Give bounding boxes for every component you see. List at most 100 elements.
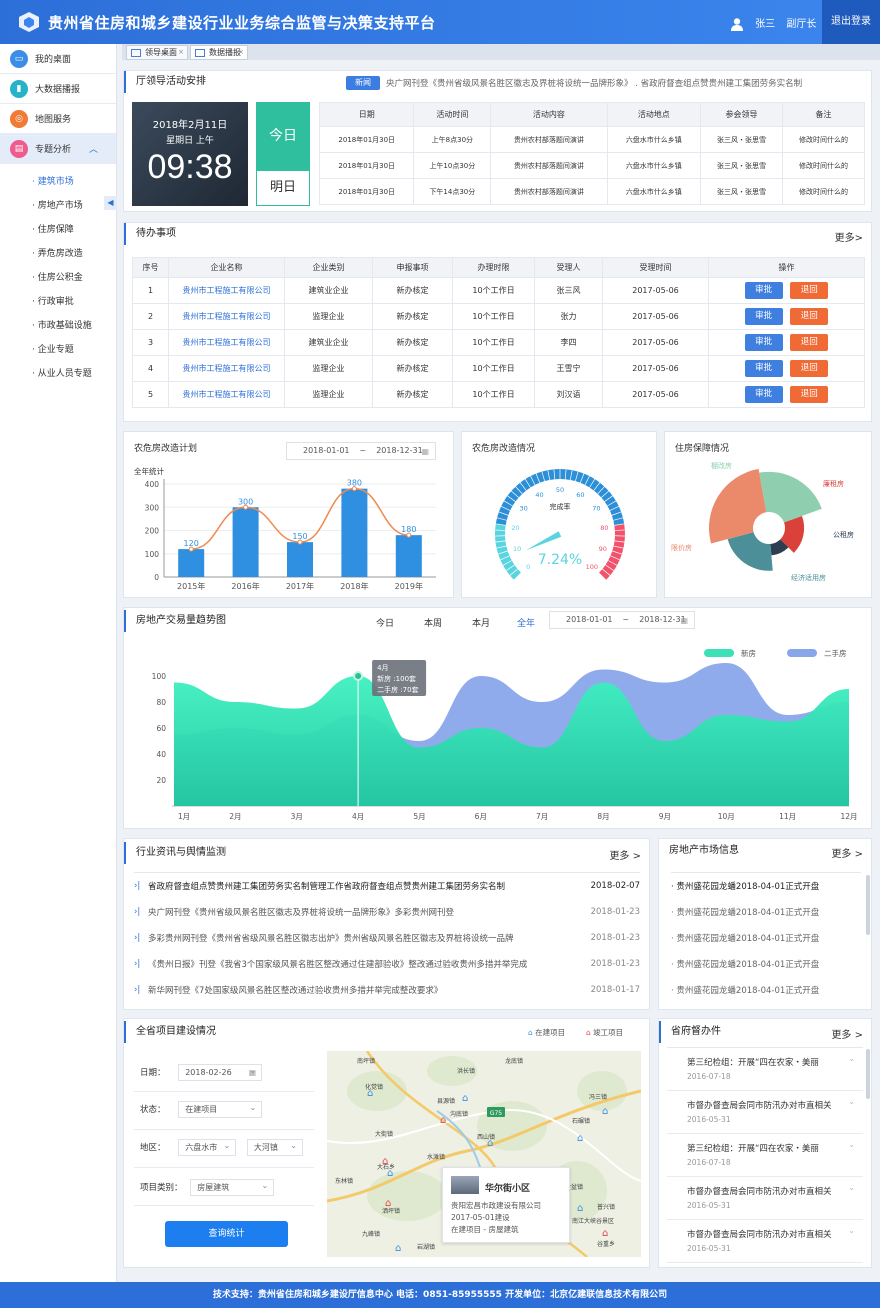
reject-button[interactable]: 退回 <box>790 386 829 403</box>
table-row[interactable]: 2 贵州市工程施工有限公司 监理企业 新办核定 10个工作日 张力 2017-05-06 审批… <box>132 303 865 330</box>
market-item[interactable]: · 贵州盛花园龙蟠2018-04-01正式开盘 <box>671 977 861 1003</box>
user-info[interactable]: 张三 副厅长 <box>730 15 816 31</box>
reject-button[interactable]: 退回 <box>790 282 829 299</box>
supervision-item[interactable]: 第三纪检组：开展“四在农家・美丽 2016-07-18 ⌄ <box>667 1134 863 1177</box>
sidebar-collapse-icon[interactable]: ◀ <box>104 196 117 210</box>
panel-title: 房地产交易量趋势图 <box>124 610 226 632</box>
query-button[interactable]: 查询统计 <box>165 1221 288 1247</box>
scrollbar[interactable] <box>866 875 870 935</box>
sidebar-item-topic[interactable]: ▤ 专题分析 ︿ <box>0 134 116 164</box>
tab-data-broadcast[interactable]: 数据播报 × <box>190 45 248 60</box>
table-row[interactable]: 3 贵州市工程施工有限公司 建筑业企业 新办核定 10个工作日 李四 2017-05-06 审… <box>132 329 865 356</box>
region-city-select[interactable]: 六盘水市 <box>178 1138 237 1156</box>
reject-button[interactable]: 退回 <box>790 308 829 325</box>
date-range-picker[interactable]: 2018-01-01 ~2018-12-31 ▦ <box>549 611 695 629</box>
supervision-item[interactable]: 市督办督查局会同市防汛办对市直相关 2016-05-31 ⌄ <box>667 1220 863 1263</box>
tomorrow-button[interactable]: 明日 <box>256 170 310 206</box>
table-row[interactable]: 4 贵州市工程施工有限公司 监理企业 新办核定 10个工作日 王雪宁 2017-05-06 审… <box>132 355 865 382</box>
type-select[interactable]: 房屋建筑 <box>190 1178 275 1196</box>
house-icon: ⌂ <box>577 1133 583 1144</box>
sidebar-sub-building[interactable]: · 建筑市场 <box>0 170 116 194</box>
table-cell: 修改时间什么的 <box>781 152 866 179</box>
scrollbar[interactable] <box>866 1049 870 1099</box>
sidebar-sub-enterprise[interactable]: · 企业专题 <box>0 338 116 362</box>
news-item[interactable]: ›| 央广网刊登《贵州省级风景名胜区徽志及界桩将设统一品牌形象》多彩贵州网刊登 20… <box>134 899 640 925</box>
popup-date: 2017-05-01建设 <box>451 1213 510 1222</box>
pie-chart-panel: 住房保障情况 棚改房 廉租房 公租房 经济适用房 限价房 <box>664 431 872 598</box>
table-cell: 5 <box>132 381 169 408</box>
supervision-item[interactable]: 市督办督查局会同市防汛办对市直相关 2016-05-31 ⌄ <box>667 1177 863 1220</box>
market-item[interactable]: · 贵州盛花园龙蟠2018-04-01正式开盘 <box>671 951 861 977</box>
table-header: 企业类别 <box>284 257 373 278</box>
window-icon <box>195 49 205 57</box>
news-item[interactable]: ›| 省政府督查组点赞贵州建工集团劳务实名制管理工作省政府督查组点赞贵州建工集团劳… <box>134 873 640 899</box>
sidebar-sub-municipal[interactable]: · 市政基础设施 <box>0 314 116 338</box>
gauge-tick-label: 0 <box>526 563 530 571</box>
sidebar-item-map[interactable]: ◎ 地图服务 <box>0 104 116 134</box>
date-field[interactable]: 2018-02-26 ▦ <box>178 1063 263 1081</box>
table-cell[interactable]: 贵州市工程施工有限公司 <box>168 329 285 356</box>
market-item[interactable]: · 贵州盛花园龙蟠2018-04-01正式开盘 <box>671 873 861 899</box>
more-link[interactable]: 更多> <box>835 229 863 244</box>
approve-button[interactable]: 审批 <box>744 334 783 351</box>
sidebar-sub-housing[interactable]: · 住房保障 <box>0 218 116 242</box>
approve-button[interactable]: 审批 <box>744 282 783 299</box>
today-button[interactable]: 今日 <box>256 102 310 170</box>
filter-month[interactable]: 本月 <box>472 616 490 629</box>
sidebar-sub-realestate[interactable]: · 房地产市场 <box>0 194 116 218</box>
news-ticker[interactable]: 央广网刊登《贵州省级风景名胜区徽志及界桩将设统一品牌形象》 . 省政府督查组点赞… <box>386 77 866 89</box>
sidebar-item-bigdata[interactable]: ▮ 大数据播报 <box>0 74 116 104</box>
table-row[interactable]: 5 贵州市工程施工有限公司 监理企业 新办核定 10个工作日 刘汉语 2017-05-06 审… <box>132 381 865 408</box>
more-link[interactable]: 更多 > <box>831 1026 863 1041</box>
gauge-chart: 0 10 20 30 40 50 60 70 80 90 100 完成率 7.24% <box>495 469 625 581</box>
table-cell[interactable]: 贵州市工程施工有限公司 <box>168 381 285 408</box>
map-place-label: 大街镇 <box>375 1130 393 1138</box>
sidebar-item-desktop[interactable]: ▭ 我的桌面 <box>0 44 116 74</box>
news-badge[interactable]: 新闻 <box>346 76 380 90</box>
sidebar-sub-approval[interactable]: · 行政审批 <box>0 290 116 314</box>
table-row[interactable]: 2018年01月30日 下午14点30分 贵州农村部落题间演讲 六盘水市什么乡镇 张三风… <box>318 178 866 205</box>
supervision-item[interactable]: 第三纪检组：开展“四在农家・美丽 2016-07-18 ⌄ <box>667 1048 863 1091</box>
bar <box>232 507 259 577</box>
table-cell[interactable]: 贵州市工程施工有限公司 <box>168 303 285 330</box>
approve-button[interactable]: 审批 <box>744 308 783 325</box>
table-cell: 张力 <box>534 303 603 330</box>
panel-title: 待办事项 <box>124 223 176 245</box>
news-item[interactable]: ›| 《贵州日报》刊登《我省3个国家级风景名胜区整改通过住建部验收》整改通过验收贵… <box>134 951 640 977</box>
market-item[interactable]: · 贵州盛花园龙蟠2018-04-01正式开盘 <box>671 925 861 951</box>
sidebar-sub-staff[interactable]: · 从业人员专题 <box>0 362 116 386</box>
filter-year[interactable]: 全年 <box>517 616 535 629</box>
filter-today[interactable]: 今日 <box>376 616 394 629</box>
approve-button[interactable]: 审批 <box>744 386 783 403</box>
more-link[interactable]: 更多 > <box>831 845 863 860</box>
table-cell[interactable]: 贵州市工程施工有限公司 <box>168 277 285 304</box>
news-item[interactable]: ›| 新华网刊登《7处国家级风景名胜区整改通过验收贵州多措并举完成整改要求》 201… <box>134 977 640 1003</box>
close-icon[interactable]: × <box>178 46 184 59</box>
tab-leader-desktop[interactable]: 领导桌面 × <box>126 45 188 60</box>
map-place-label: 石碾镇 <box>572 1117 590 1125</box>
table-cell: 2017-05-06 <box>602 303 709 330</box>
chevron-down-icon: ⌄ <box>848 1226 855 1235</box>
approve-button[interactable]: 审批 <box>744 360 783 377</box>
popup-name: 华尔街小区 <box>485 1184 531 1194</box>
table-row[interactable]: 2018年01月30日 上午8点30分 贵州农村部落题间演讲 六盘水市什么乡镇 张三风・… <box>318 126 866 153</box>
projects-panel: 全省项目建设情况 ⌂ 在建项目 ⌂ 竣工项目 日期： 2018-02-26▦ 状… <box>123 1018 650 1268</box>
filter-week[interactable]: 本周 <box>424 616 442 629</box>
table-cell[interactable]: 贵州市工程施工有限公司 <box>168 355 285 382</box>
news-item[interactable]: ›| 多彩贵州网刊登《贵州省省级风景名胜区徽志出炉》贵州省级风景名胜区徽志及界桩将… <box>134 925 640 951</box>
date-range-picker[interactable]: 2018-01-01 ~2018-12-31 ▦ <box>286 442 436 460</box>
map-popup[interactable]: 华尔街小区 贵阳宏昌市政建设有限公司 2017-05-01建设 在建项目 - 房… <box>442 1167 570 1243</box>
reject-button[interactable]: 退回 <box>790 360 829 377</box>
sidebar-sub-renovation[interactable]: · 弄危房改造 <box>0 242 116 266</box>
market-item[interactable]: · 贵州盛花园龙蟠2018-04-01正式开盘 <box>671 899 861 925</box>
close-icon[interactable]: × <box>238 46 244 59</box>
region-town-select[interactable]: 大河镇 <box>246 1138 303 1156</box>
more-link[interactable]: 更多 > <box>609 847 641 862</box>
table-row[interactable]: 2018年01月30日 上午10点30分 贵州农村部落题间演讲 六盘水市什么乡镇 张三风… <box>318 152 866 179</box>
reject-button[interactable]: 退回 <box>790 334 829 351</box>
sidebar-sub-fund[interactable]: · 住房公积金 <box>0 266 116 290</box>
supervision-item[interactable]: 市督办督查局会同市防汛办对市直相关 2016-05-31 ⌄ <box>667 1091 863 1134</box>
logout-button[interactable]: 退出登录 <box>822 0 880 44</box>
table-row[interactable]: 1 贵州市工程施工有限公司 建筑业企业 新办核定 10个工作日 张三风 2017-05-06… <box>132 277 865 304</box>
status-select[interactable]: 在建项目 <box>178 1100 263 1118</box>
